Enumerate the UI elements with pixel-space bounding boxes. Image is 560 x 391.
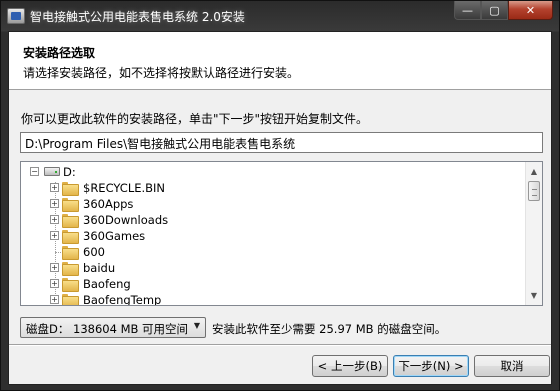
tree-connector-branch <box>55 252 61 253</box>
intro-text: 你可以更改此软件的安装路径，单击"下一步"按钮开始复制文件。 <box>21 112 369 126</box>
folder-icon <box>62 294 79 305</box>
folder-icon <box>62 278 79 292</box>
collapse-icon[interactable]: − <box>30 167 39 176</box>
tree-folder-row[interactable]: +360Apps <box>21 196 526 212</box>
scroll-down-icon[interactable]: ▼ <box>526 287 542 304</box>
drive-select[interactable]: 磁盘D： 138604 MB 可用空间 ▼ <box>20 317 206 338</box>
minimize-button[interactable]: — <box>454 1 481 20</box>
footer-separator <box>9 344 551 346</box>
tree-folder-row[interactable]: + Baofeng <box>21 276 526 292</box>
folder-icon <box>62 182 79 196</box>
scroll-up-icon[interactable]: ▲ <box>526 163 542 180</box>
close-button[interactable]: ✕ <box>508 1 553 20</box>
expand-icon[interactable]: + <box>50 295 59 304</box>
folder-icon <box>62 198 79 212</box>
tree-vertical-scrollbar[interactable]: ▲ ▼ <box>525 162 542 305</box>
tree-folder-label: baidu <box>83 261 116 275</box>
folder-icon <box>62 262 79 276</box>
tree-folder-row[interactable]: +360Downloads <box>21 212 526 228</box>
drive-icon <box>44 167 60 176</box>
folder-icon <box>62 230 79 244</box>
caption-buttons: — ▢ ✕ <box>454 1 553 21</box>
title-bar[interactable]: 智电接触式公用电能表售电系统 2.0安装 — ▢ ✕ <box>1 1 559 31</box>
tree-folder-label: $RECYCLE.BIN <box>83 181 166 195</box>
tree-rows: − D: + $RECYCLE.BIN +360Apps +360Downloads +… <box>21 164 526 306</box>
expand-icon[interactable]: + <box>50 183 59 192</box>
page-title: 安装路径选取 <box>23 46 96 60</box>
install-path-input[interactable]: D:\Program Files\智电接触式公用电能表售电系统 <box>20 132 543 153</box>
required-space-note: 安装此软件至少需要 25.97 MB 的磁盘空间。 <box>212 322 447 336</box>
maximize-button[interactable]: ▢ <box>481 1 508 20</box>
expand-icon[interactable]: + <box>50 263 59 272</box>
tree-root-row[interactable]: − D: <box>21 164 526 180</box>
folder-icon <box>62 246 79 260</box>
scroll-thumb[interactable] <box>528 181 540 201</box>
page-subtitle: 请选择安装路径，如不选择将按默认路径进行安装。 <box>23 66 300 80</box>
tree-folder-row[interactable]: + BaofengTemp <box>21 292 526 306</box>
next-button[interactable]: 下一步(N) > <box>393 355 469 377</box>
window-title: 智电接触式公用电能表售电系统 2.0安装 <box>30 10 245 24</box>
folder-icon <box>62 214 79 228</box>
tree-folder-label: 600 <box>83 245 105 259</box>
installer-app-icon <box>7 8 25 24</box>
tree-folder-label: 360Games <box>83 229 146 243</box>
dropdown-arrow-icon[interactable]: ▼ <box>194 321 200 330</box>
expand-icon[interactable]: + <box>50 215 59 224</box>
installer-window: 智电接触式公用电能表售电系统 2.0安装 — ▢ ✕ 安装路径选取 请选择安装路… <box>0 0 560 391</box>
folder-tree[interactable]: − D: + $RECYCLE.BIN +360Apps +360Downloads +… <box>20 161 543 306</box>
tree-folder-row[interactable]: +360Games <box>21 228 526 244</box>
tree-folder-label: BaofengTemp <box>83 293 162 306</box>
tree-folder-label: 360Apps <box>83 197 134 211</box>
wizard-header: 安装路径选取 请选择安装路径，如不选择将按默认路径进行安装。 <box>9 32 551 90</box>
tree-root-label: D: <box>63 165 76 179</box>
tree-folder-row[interactable]: 600 <box>21 244 526 260</box>
expand-icon[interactable]: + <box>50 231 59 240</box>
tree-folder-row[interactable]: + baidu <box>21 260 526 276</box>
tree-folder-row[interactable]: + $RECYCLE.BIN <box>21 180 526 196</box>
tree-folder-label: Baofeng <box>83 277 131 291</box>
back-button[interactable]: < 上一步(B) <box>312 355 388 377</box>
expand-icon[interactable]: + <box>50 279 59 288</box>
tree-folder-label: 360Downloads <box>83 213 169 227</box>
client-area: 安装路径选取 请选择安装路径，如不选择将按默认路径进行安装。 你可以更改此软件的… <box>8 31 552 385</box>
drive-select-value: 磁盘D： 138604 MB 可用空间 <box>26 322 189 336</box>
expand-icon[interactable]: + <box>50 199 59 208</box>
cancel-button[interactable]: 取消 <box>474 355 550 377</box>
